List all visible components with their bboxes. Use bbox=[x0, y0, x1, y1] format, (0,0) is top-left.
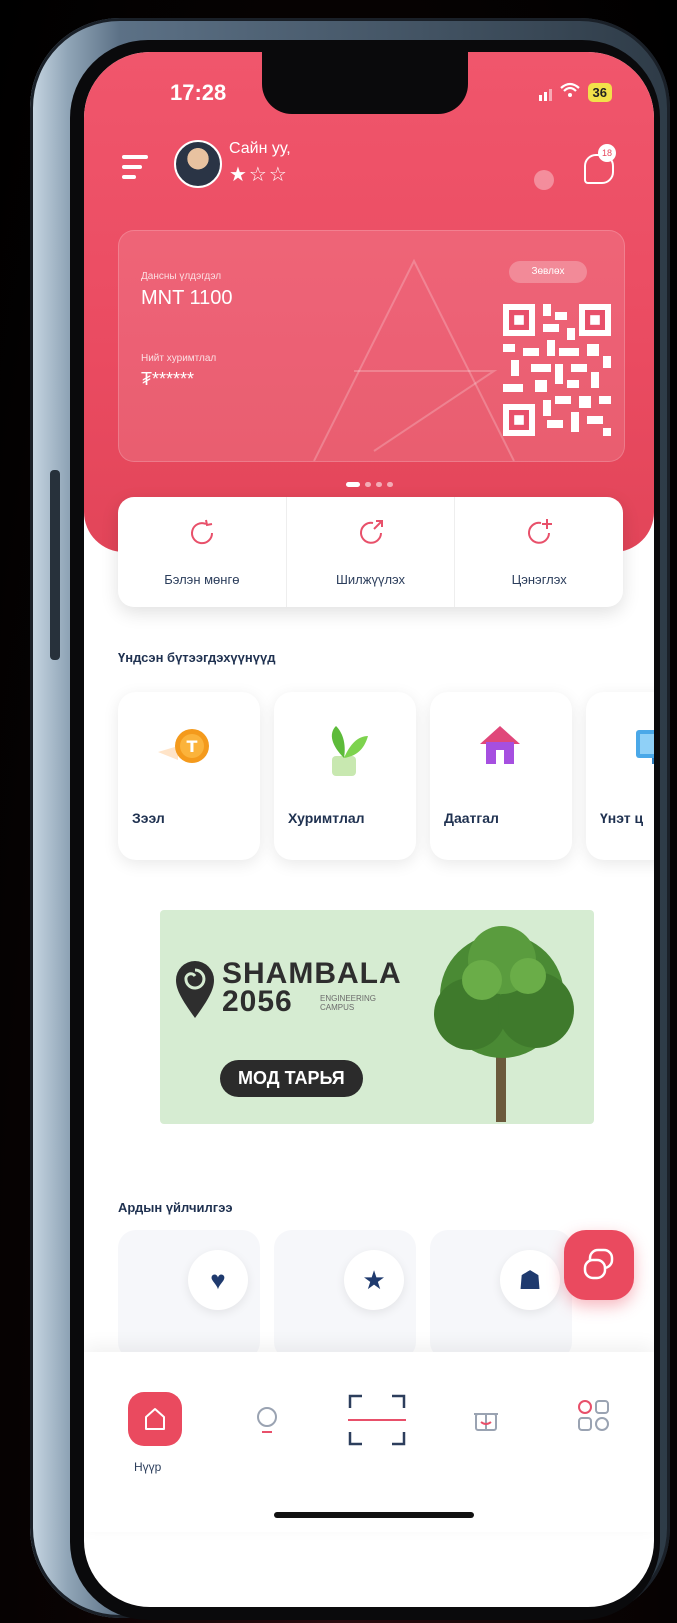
quick-action-topup[interactable]: Цэнэглэх bbox=[455, 497, 623, 607]
service-card[interactable]: ☗ bbox=[430, 1230, 572, 1360]
service-card[interactable]: ♥ bbox=[118, 1230, 260, 1360]
promo-banner[interactable]: SHAMBALA 2056 ENGINEERING CAMPUS МОД ТАР… bbox=[160, 910, 594, 1124]
rating-stars: ★☆☆ bbox=[229, 164, 289, 186]
product-label: Үнэт ц bbox=[600, 810, 644, 826]
bottom-nav: Нүүр bbox=[84, 1352, 654, 1532]
gift-icon[interactable] bbox=[472, 1404, 500, 1434]
monitor-icon bbox=[636, 730, 654, 764]
products-section-title: Үндсэн бүтээгдэхүүнүүд bbox=[118, 650, 276, 665]
products-carousel: T Зээл Хуримтлал Даатгал Үнэт ц bbox=[118, 692, 654, 872]
product-label: Хуримтлал bbox=[288, 810, 365, 826]
chat-icon bbox=[583, 1248, 614, 1280]
camera-notch bbox=[262, 52, 468, 114]
quick-action-label: Шилжүүлэх bbox=[335, 572, 406, 587]
quick-action-label: Бэлэн мөнгө bbox=[164, 572, 240, 587]
nav-home-button[interactable] bbox=[128, 1392, 182, 1446]
signal-icon bbox=[538, 85, 552, 101]
product-label: Даатгал bbox=[444, 810, 499, 826]
wifi-icon bbox=[559, 82, 580, 103]
status-icons: 36 bbox=[538, 82, 612, 103]
nav-home-label: Нүүр bbox=[134, 1460, 162, 1474]
shambala-logo-icon bbox=[176, 961, 214, 1018]
account-card[interactable]: Дансны үлдэгдэл MNT 1100 Нийт хуримтлал … bbox=[118, 230, 625, 462]
menu-icon[interactable] bbox=[122, 155, 148, 185]
topup-icon bbox=[528, 519, 553, 544]
quick-actions: Бэлэн мөнгө Шилжүүлэх Цэнэглэх bbox=[118, 497, 623, 607]
transfer-icon bbox=[359, 520, 383, 544]
cash-refresh-icon bbox=[190, 519, 213, 545]
header-hero: 17:28 36 Сайн уу, ★☆☆ 18 Дансны үлдэгдэл… bbox=[84, 52, 654, 552]
plant-icon bbox=[331, 726, 368, 776]
house-icon bbox=[480, 726, 520, 764]
star-icon: ★ bbox=[344, 1250, 404, 1310]
notification-badge: 18 bbox=[598, 144, 616, 162]
banner-subtitle: ENGINEERING CAMPUS bbox=[320, 994, 377, 1012]
avatar[interactable] bbox=[174, 140, 222, 188]
svg-text:T: T bbox=[187, 737, 198, 756]
apps-icon[interactable] bbox=[576, 1398, 610, 1432]
product-label: Зээл bbox=[132, 810, 165, 826]
chat-notification-icon[interactable]: 18 bbox=[584, 144, 618, 184]
service-card[interactable]: ★ bbox=[274, 1230, 416, 1360]
scan-icon[interactable] bbox=[346, 1390, 408, 1450]
greeting-text: Сайн уу, bbox=[229, 140, 291, 157]
qr-code-icon[interactable] bbox=[503, 303, 611, 437]
status-time: 17:28 bbox=[170, 80, 227, 105]
points-value: ₮****** bbox=[141, 369, 195, 389]
battery-icon: 36 bbox=[587, 83, 612, 102]
home-indicator[interactable] bbox=[274, 1512, 474, 1518]
balance-value: MNT 1100 bbox=[141, 287, 233, 309]
product-card-securities[interactable]: Үнэт ц bbox=[586, 692, 654, 860]
product-card-insurance[interactable]: Даатгал bbox=[430, 692, 572, 860]
quick-action-label: Цэнэглэх bbox=[511, 572, 567, 587]
home-icon bbox=[145, 1408, 165, 1430]
services-section-title: Ардын үйлчилгээ bbox=[118, 1200, 233, 1215]
brand-watermark-icon bbox=[313, 258, 515, 461]
quick-action-cash[interactable]: Бэлэн мөнгө bbox=[118, 497, 287, 607]
coin-icon: T bbox=[158, 729, 209, 763]
banner-brand-line1: SHAMBALA bbox=[222, 957, 402, 990]
product-card-savings[interactable]: Хуримтлал bbox=[274, 692, 416, 860]
points-label: Нийт хуримтлал bbox=[141, 353, 217, 364]
carousel-dots[interactable] bbox=[346, 482, 393, 487]
balance-label: Дансны үлдэгдэл bbox=[141, 271, 222, 282]
phone-side-button bbox=[50, 470, 60, 660]
bulb-icon[interactable] bbox=[254, 1404, 280, 1438]
advisor-pill[interactable]: Зөвлөх bbox=[509, 261, 587, 283]
bell-icon: ☗ bbox=[500, 1250, 560, 1310]
tree-image bbox=[434, 926, 574, 1122]
quick-action-transfer[interactable]: Шилжүүлэх bbox=[287, 497, 456, 607]
heart-icon: ♥ bbox=[188, 1250, 248, 1310]
product-card-loan[interactable]: T Зээл bbox=[118, 692, 260, 860]
app-screen: 17:28 36 Сайн уу, ★☆☆ 18 Дансны үлдэгдэл… bbox=[84, 52, 654, 1607]
plant-tree-button[interactable]: МОД ТАРЬЯ bbox=[220, 1060, 363, 1097]
indicator-dot bbox=[534, 170, 554, 190]
chat-fab-button[interactable] bbox=[564, 1230, 634, 1300]
